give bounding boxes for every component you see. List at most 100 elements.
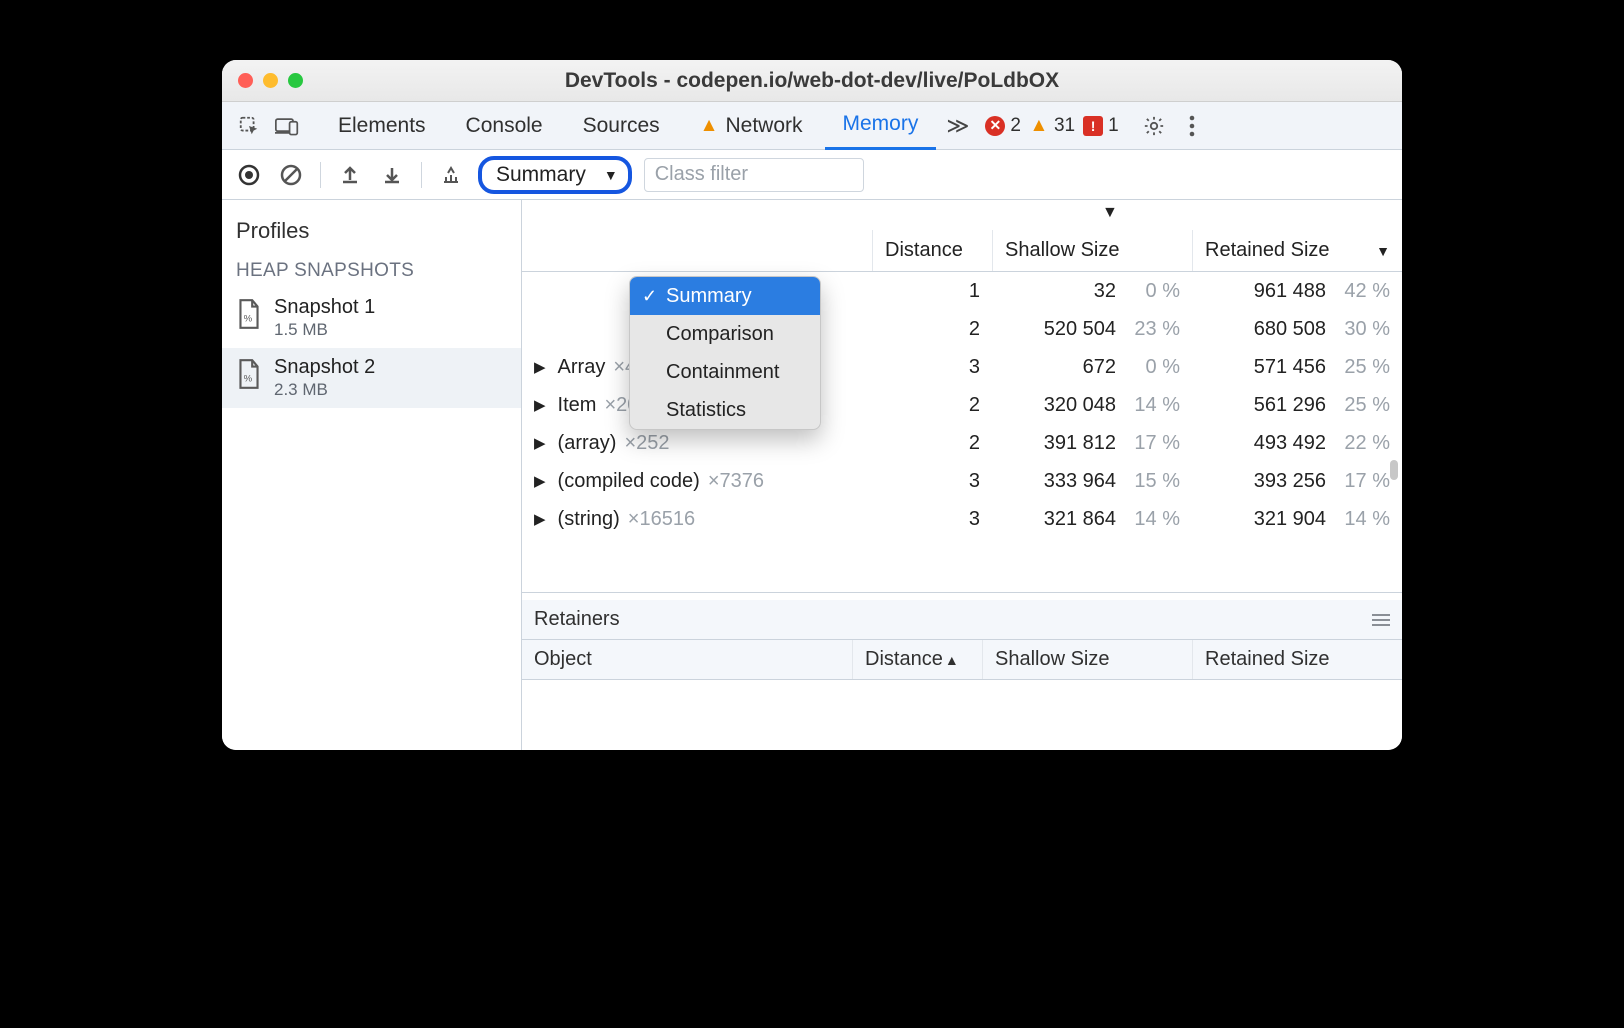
dropdown-item-label: Summary — [666, 285, 752, 308]
expand-icon[interactable]: ▶ — [534, 396, 546, 414]
kebab-menu-icon[interactable] — [1175, 109, 1209, 143]
cell-shallow: 320 % — [992, 272, 1192, 310]
table-row[interactable]: ▶(string) ×165163321 86414 %321 90414 % — [522, 500, 1402, 538]
col-retained[interactable]: Retained Size — [1192, 640, 1402, 679]
pane-splitter[interactable] — [522, 592, 1402, 600]
cell-retained: 493 49222 % — [1192, 424, 1402, 462]
cell-distance: 2 — [872, 424, 992, 462]
tab-console[interactable]: Console — [448, 102, 561, 150]
dropdown-item-statistics[interactable]: Statistics — [630, 391, 820, 429]
error-count: 2 — [1010, 115, 1021, 137]
scrollbar-thumb[interactable] — [1390, 460, 1398, 480]
cell-constructor: ▶(compiled code) ×7376 — [522, 462, 872, 500]
sort-desc-icon: ▼ — [1376, 243, 1390, 259]
tab-elements[interactable]: Elements — [320, 102, 444, 150]
cell-constructor: ▶(string) ×16516 — [522, 500, 872, 538]
chevron-down-icon: ▼ — [604, 167, 618, 183]
col-shallow[interactable]: Shallow Size — [992, 230, 1192, 271]
cell-distance: 2 — [872, 386, 992, 424]
retainers-header: Object Distance ▲ Shallow Size Retained … — [522, 640, 1402, 680]
file-icon: % — [236, 358, 262, 390]
svg-text:%: % — [244, 373, 253, 384]
col-constructor[interactable] — [522, 230, 872, 271]
expand-icon[interactable]: ▶ — [534, 434, 546, 452]
dropdown-item-label: Statistics — [666, 399, 746, 422]
cell-shallow: 6720 % — [992, 348, 1192, 386]
dropdown-item-comparison[interactable]: Comparison — [630, 315, 820, 353]
profiles-sidebar: Profiles HEAP SNAPSHOTS % Snapshot 1 1.5… — [222, 200, 522, 750]
cell-shallow: 320 04814 % — [992, 386, 1192, 424]
col-label: Distance — [865, 648, 943, 671]
snapshot-name: Snapshot 1 — [274, 296, 375, 319]
filter-dropdown-icon[interactable]: ▼ — [1102, 204, 1118, 222]
snapshot-size: 1.5 MB — [274, 320, 375, 340]
dropdown-item-summary[interactable]: Summary — [630, 277, 820, 315]
class-filter-input[interactable] — [644, 158, 864, 192]
warning-counter[interactable]: ▲ 31 — [1029, 115, 1075, 137]
svg-text:%: % — [244, 313, 253, 324]
issues-counter[interactable]: ! 1 — [1083, 115, 1119, 137]
col-object[interactable]: Object — [522, 640, 852, 679]
cell-retained: 321 90414 % — [1192, 500, 1402, 538]
cell-retained: 680 50830 % — [1192, 310, 1402, 348]
cell-retained: 561 29625 % — [1192, 386, 1402, 424]
snapshot-meta: Snapshot 1 1.5 MB — [274, 296, 375, 340]
sidebar-section-label: HEAP SNAPSHOTS — [222, 252, 521, 288]
constructor-name: (compiled code) — [558, 470, 700, 493]
settings-icon[interactable] — [1137, 109, 1171, 143]
device-toolbar-icon[interactable] — [270, 109, 304, 143]
col-label: Retained Size — [1205, 648, 1330, 671]
col-shallow[interactable]: Shallow Size — [982, 640, 1192, 679]
perspective-select-label: Summary — [496, 163, 586, 187]
expand-icon[interactable]: ▶ — [534, 510, 546, 528]
snapshot-item[interactable]: % Snapshot 1 1.5 MB — [222, 288, 521, 348]
record-icon[interactable] — [234, 160, 264, 190]
cell-distance: 3 — [872, 462, 992, 500]
issue-counters: ✕ 2 ▲ 31 ! 1 — [985, 115, 1118, 137]
garbage-collect-icon[interactable] — [436, 160, 466, 190]
clear-icon[interactable] — [276, 160, 306, 190]
col-label: Shallow Size — [1005, 239, 1120, 262]
perspective-select[interactable]: Summary ▼ — [478, 156, 632, 194]
download-icon[interactable] — [377, 160, 407, 190]
cell-distance: 3 — [872, 348, 992, 386]
tab-network[interactable]: ▲ Network — [682, 102, 821, 150]
sort-asc-icon: ▲ — [945, 652, 959, 668]
devtools-window: DevTools - codepen.io/web-dot-dev/live/P… — [222, 60, 1402, 750]
table-header: Distance Shallow Size Retained Size ▼ — [522, 230, 1402, 272]
dropdown-item-containment[interactable]: Containment — [630, 353, 820, 391]
tab-memory[interactable]: Memory — [825, 102, 937, 150]
retainers-title-label: Retainers — [534, 608, 620, 631]
upload-icon[interactable] — [335, 160, 365, 190]
error-icon: ✕ — [985, 116, 1005, 136]
file-icon: % — [236, 298, 262, 330]
separator — [421, 162, 422, 188]
snapshot-meta: Snapshot 2 2.3 MB — [274, 356, 375, 400]
instance-count: ×252 — [624, 432, 669, 455]
col-retained[interactable]: Retained Size ▼ — [1192, 230, 1402, 271]
warning-count: 31 — [1054, 115, 1075, 137]
cell-shallow: 333 96415 % — [992, 462, 1192, 500]
warning-icon: ▲ — [1029, 116, 1049, 136]
col-distance[interactable]: Distance — [872, 230, 992, 271]
snapshot-item[interactable]: % Snapshot 2 2.3 MB — [222, 348, 521, 408]
error-counter[interactable]: ✕ 2 — [985, 115, 1021, 137]
more-tabs-button[interactable]: ≫ — [940, 113, 975, 139]
col-label: Distance — [885, 239, 963, 262]
col-distance[interactable]: Distance ▲ — [852, 640, 982, 679]
cell-retained: 571 45625 % — [1192, 348, 1402, 386]
expand-icon[interactable]: ▶ — [534, 472, 546, 490]
constructor-name: Item — [558, 394, 597, 417]
expand-icon[interactable]: ▶ — [534, 358, 546, 376]
cell-shallow: 391 81217 % — [992, 424, 1192, 462]
inspect-element-icon[interactable] — [232, 109, 266, 143]
separator — [320, 162, 321, 188]
titlebar: DevTools - codepen.io/web-dot-dev/live/P… — [222, 60, 1402, 102]
col-label: Object — [534, 648, 592, 671]
cell-retained: 393 25617 % — [1192, 462, 1402, 500]
perspective-dropdown: Summary Comparison Containment Statistic… — [629, 276, 821, 430]
table-row[interactable]: ▶(compiled code) ×73763333 96415 %393 25… — [522, 462, 1402, 500]
tab-sources[interactable]: Sources — [565, 102, 678, 150]
issue-count: 1 — [1108, 115, 1119, 137]
retainers-menu-icon[interactable] — [1372, 613, 1390, 627]
